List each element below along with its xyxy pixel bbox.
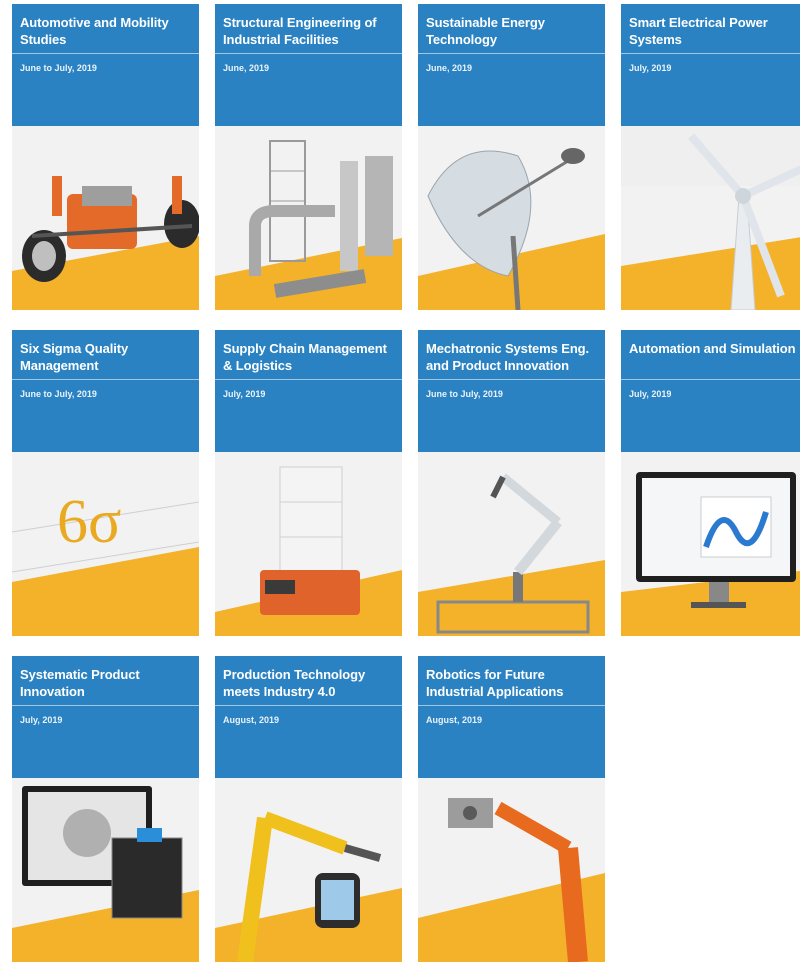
course-card[interactable]: Systematic Product Innovation July, 2019 — [12, 656, 199, 962]
course-date: June to July, 2019 — [426, 389, 503, 399]
title-divider — [12, 705, 199, 706]
course-card-header[interactable]: Smart Electrical Power Systems July, 2019 — [621, 4, 800, 126]
course-title[interactable]: Automotive and Mobility Studies — [20, 14, 195, 48]
title-divider — [418, 53, 605, 54]
industrial-plant-illustration[interactable] — [215, 126, 402, 310]
course-date: June to July, 2019 — [20, 389, 97, 399]
course-date: July, 2019 — [20, 715, 63, 725]
course-date: August, 2019 — [426, 715, 483, 725]
course-title[interactable]: Robotics for Future Industrial Applicati… — [426, 666, 601, 700]
title-divider — [418, 379, 605, 380]
course-card[interactable]: Structural Engineering of Industrial Fac… — [215, 4, 402, 310]
wind-turbine-illustration[interactable] — [621, 126, 800, 310]
course-card[interactable]: Automotive and Mobility Studies June to J… — [12, 4, 199, 310]
course-card[interactable]: Mechatronic Systems Eng. and Product Inn… — [418, 330, 605, 636]
course-card-header[interactable]: Production Technology meets Industry 4.0… — [215, 656, 402, 778]
course-title[interactable]: Production Technology meets Industry 4.0 — [223, 666, 398, 700]
course-date: June, 2019 — [223, 63, 270, 73]
course-card-header[interactable]: Automation and Simulation July, 2019 — [621, 330, 800, 452]
robot-arm-illustration[interactable] — [418, 452, 605, 636]
course-date: July, 2019 — [629, 389, 672, 399]
svg-text:6σ: 6σ — [57, 488, 121, 556]
course-date: August, 2019 — [223, 715, 280, 725]
course-card-header[interactable]: Automotive and Mobility Studies June to J… — [12, 4, 199, 126]
course-title[interactable]: Mechatronic Systems Eng. and Product Inn… — [426, 340, 601, 374]
course-title[interactable]: Sustainable Energy Technology — [426, 14, 601, 48]
course-title[interactable]: Six Sigma Quality Management — [20, 340, 195, 374]
title-divider — [418, 705, 605, 706]
title-divider — [215, 53, 402, 54]
title-divider — [12, 379, 199, 380]
course-card-header[interactable]: Structural Engineering of Industrial Fac… — [215, 4, 402, 126]
course-card[interactable]: Automation and Simulation July, 2019 — [621, 330, 800, 636]
course-card[interactable]: Six Sigma Quality Management June to July… — [12, 330, 199, 636]
course-card[interactable]: Production Technology meets Industry 4.0… — [215, 656, 402, 962]
course-card-header[interactable]: Systematic Product Innovation July, 2019 — [12, 656, 199, 778]
monitor-simulation-illustration[interactable] — [621, 452, 800, 636]
title-divider — [12, 53, 199, 54]
title-divider — [215, 379, 402, 380]
course-card[interactable]: Smart Electrical Power Systems July, 2019 — [621, 4, 800, 310]
course-date: June to July, 2019 — [20, 63, 97, 73]
course-title[interactable]: Smart Electrical Power Systems — [629, 14, 800, 48]
course-title[interactable]: Systematic Product Innovation — [20, 666, 195, 700]
course-date: July, 2019 — [223, 389, 266, 399]
course-card[interactable]: Supply Chain Management & Logistics July,… — [215, 330, 402, 636]
course-card[interactable]: Sustainable Energy Technology June, 2019 — [418, 4, 605, 310]
title-divider — [621, 53, 800, 54]
orange-robot-illustration[interactable] — [418, 778, 605, 962]
solar-dish-illustration[interactable] — [418, 126, 605, 310]
course-card[interactable]: Robotics for Future Industrial Applicati… — [418, 656, 605, 962]
course-title[interactable]: Automation and Simulation — [629, 340, 800, 357]
industrial-robot-tablet-illustration[interactable] — [215, 778, 402, 962]
course-card-header[interactable]: Six Sigma Quality Management June to July… — [12, 330, 199, 452]
title-divider — [621, 379, 800, 380]
course-date: June, 2019 — [426, 63, 473, 73]
title-divider — [215, 705, 402, 706]
car-chassis-illustration[interactable] — [12, 126, 199, 310]
course-date: July, 2019 — [629, 63, 672, 73]
course-title[interactable]: Supply Chain Management & Logistics — [223, 340, 398, 374]
course-card-header[interactable]: Mechatronic Systems Eng. and Product Inn… — [418, 330, 605, 452]
course-card-header[interactable]: Sustainable Energy Technology June, 2019 — [418, 4, 605, 126]
logistics-robot-illustration[interactable] — [215, 452, 402, 636]
cad-workstation-illustration[interactable] — [12, 778, 199, 962]
course-title[interactable]: Structural Engineering of Industrial Fac… — [223, 14, 398, 48]
course-card-header[interactable]: Supply Chain Management & Logistics July,… — [215, 330, 402, 452]
six-sigma-illustration[interactable]: 6σ — [12, 452, 199, 636]
course-card-header[interactable]: Robotics for Future Industrial Applicati… — [418, 656, 605, 778]
